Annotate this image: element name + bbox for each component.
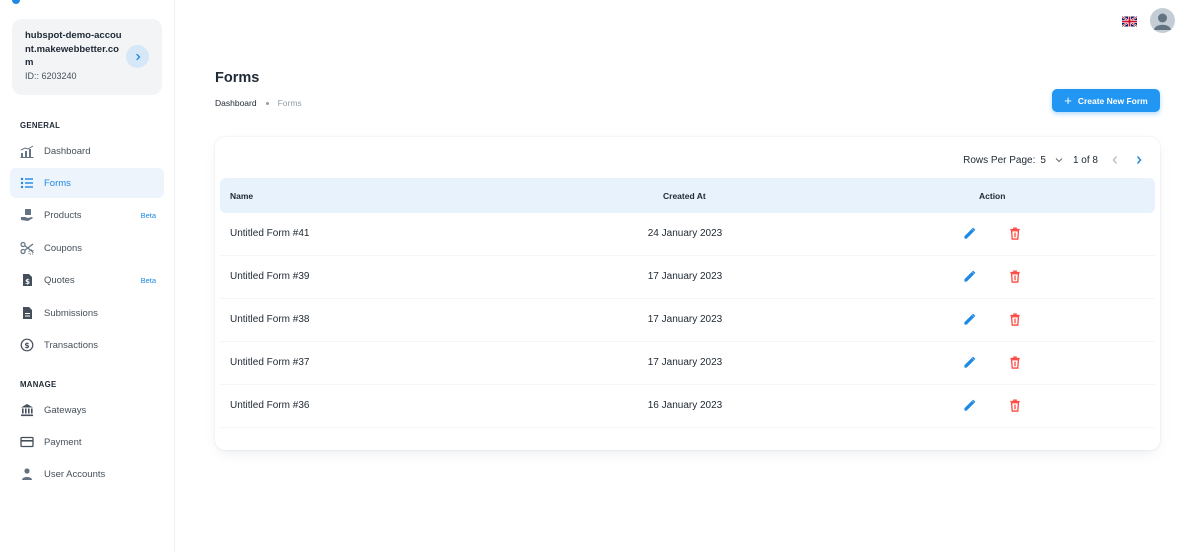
column-header-action: Action: [979, 191, 1006, 201]
form-name[interactable]: Untitled Form #41: [230, 228, 309, 239]
form-name[interactable]: Untitled Form #38: [230, 314, 309, 325]
beta-badge: Beta: [140, 210, 156, 220]
sidebar-item-dashboard[interactable]: Dashboard: [10, 136, 164, 166]
sidebar-item-label: Coupons: [44, 242, 83, 254]
page-title: Forms: [215, 70, 260, 86]
table-row: Untitled Form #39 17 January 2023: [220, 256, 1155, 299]
sidebar-item-label: Submissions: [44, 307, 98, 319]
svg-text:$: $: [24, 341, 29, 350]
person-icon: [20, 467, 34, 481]
table-row: Untitled Form #36 16 January 2023: [220, 385, 1155, 428]
section-manage-label: MANAGE: [20, 380, 57, 389]
sidebar-item-label: Gateways: [44, 404, 87, 416]
sidebar-item-user-accounts[interactable]: User Accounts: [10, 459, 164, 489]
credit-card-icon: [20, 435, 34, 449]
chevron-left-icon: [1112, 156, 1117, 164]
form-name[interactable]: Untitled Form #39: [230, 271, 309, 282]
sidebar-item-label: Quotes: [44, 274, 75, 286]
sidebar-item-submissions[interactable]: Submissions: [10, 298, 164, 328]
svg-text:$: $: [25, 278, 30, 286]
sidebar: hubspot-demo-account.makewebbetter.com I…: [0, 0, 175, 552]
breadcrumb-current: Forms: [277, 98, 302, 108]
edit-icon[interactable]: [962, 398, 976, 412]
previous-page-button[interactable]: [1106, 151, 1124, 169]
account-card: hubspot-demo-account.makewebbetter.com I…: [12, 19, 162, 95]
table-row: Untitled Form #41 24 January 2023: [220, 213, 1155, 256]
form-created-at: 17 January 2023: [647, 314, 723, 325]
sidebar-item-payment[interactable]: Payment: [10, 427, 164, 457]
list-icon: [20, 176, 34, 190]
sidebar-item-quotes[interactable]: $ Quotes Beta: [10, 265, 164, 295]
rows-per-page-select[interactable]: 5: [1040, 155, 1046, 166]
form-name[interactable]: Untitled Form #36: [230, 400, 309, 411]
delete-icon[interactable]: [1008, 355, 1022, 369]
next-page-button[interactable]: [1130, 151, 1148, 169]
pagination: Rows Per Page: 5 1 of 8: [963, 151, 1148, 169]
currency-exchange-icon: $: [20, 338, 34, 352]
app-root: hubspot-demo-account.makewebbetter.com I…: [0, 0, 1200, 552]
chart-icon: [20, 144, 34, 158]
edit-icon[interactable]: [962, 312, 976, 326]
uk-flag-icon[interactable]: [1121, 14, 1138, 28]
sidebar-item-forms[interactable]: Forms: [10, 168, 164, 198]
sidebar-item-label: Payment: [44, 436, 82, 448]
dollar-doc-icon: $: [20, 273, 34, 287]
scissors-icon: [20, 241, 34, 255]
sidebar-item-gateways[interactable]: Gateways: [10, 395, 164, 425]
form-name[interactable]: Untitled Form #37: [230, 357, 309, 368]
column-header-name[interactable]: Name: [230, 191, 253, 201]
breadcrumb: Dashboard Forms: [215, 98, 302, 108]
sidebar-item-label: Products: [44, 209, 82, 221]
column-header-created-at[interactable]: Created At: [663, 191, 706, 201]
edit-icon[interactable]: [962, 269, 976, 283]
chevron-down-icon[interactable]: [1055, 157, 1063, 163]
breadcrumb-dashboard-link[interactable]: Dashboard: [215, 98, 257, 108]
sidebar-item-label: Forms: [44, 177, 71, 189]
sidebar-item-label: Transactions: [44, 339, 99, 351]
beta-badge: Beta: [140, 275, 156, 285]
document-icon: [20, 306, 34, 320]
logo[interactable]: [12, 0, 20, 4]
account-name: hubspot-demo-account.makewebbetter.com: [25, 30, 122, 68]
form-created-at: 16 January 2023: [647, 400, 723, 411]
edit-icon[interactable]: [962, 355, 976, 369]
form-created-at: 17 January 2023: [647, 357, 723, 368]
delete-icon[interactable]: [1008, 398, 1022, 412]
chevron-right-icon: [1136, 156, 1142, 164]
hand-box-icon: [20, 208, 34, 222]
delete-icon[interactable]: [1008, 226, 1022, 240]
edit-icon[interactable]: [962, 226, 976, 240]
table-header: Name Created At Action: [220, 178, 1155, 213]
user-avatar-icon[interactable]: [1150, 8, 1175, 33]
section-general-label: GENERAL: [20, 121, 61, 130]
form-created-at: 24 January 2023: [647, 228, 723, 239]
sidebar-item-label: User Accounts: [44, 468, 106, 480]
sidebar-item-label: Dashboard: [44, 145, 91, 157]
delete-icon[interactable]: [1008, 312, 1022, 326]
table-row: Untitled Form #38 17 January 2023: [220, 299, 1155, 342]
account-id: ID:: 6203240: [25, 70, 77, 81]
delete-icon[interactable]: [1008, 269, 1022, 283]
bank-icon: [20, 403, 34, 417]
chevron-right-icon: [135, 53, 140, 60]
breadcrumb-separator: [265, 101, 269, 105]
sidebar-item-products[interactable]: Products Beta: [10, 200, 164, 230]
account-switch-button[interactable]: [126, 45, 149, 68]
sidebar-item-coupons[interactable]: Coupons: [10, 233, 164, 263]
plus-icon: +: [1064, 93, 1072, 108]
rows-per-page-label: Rows Per Page:: [963, 154, 1036, 166]
sidebar-item-transactions[interactable]: $ Transactions: [10, 330, 164, 360]
form-created-at: 17 January 2023: [647, 271, 723, 282]
page-info: 1 of 8: [1072, 154, 1098, 166]
create-new-form-button[interactable]: + Create New Form: [1052, 89, 1160, 112]
create-new-form-label: Create New Form: [1077, 95, 1148, 106]
forms-table-card: Rows Per Page: 5 1 of 8 Name Created At …: [215, 137, 1160, 450]
table-row: Untitled Form #37 17 January 2023: [220, 342, 1155, 385]
